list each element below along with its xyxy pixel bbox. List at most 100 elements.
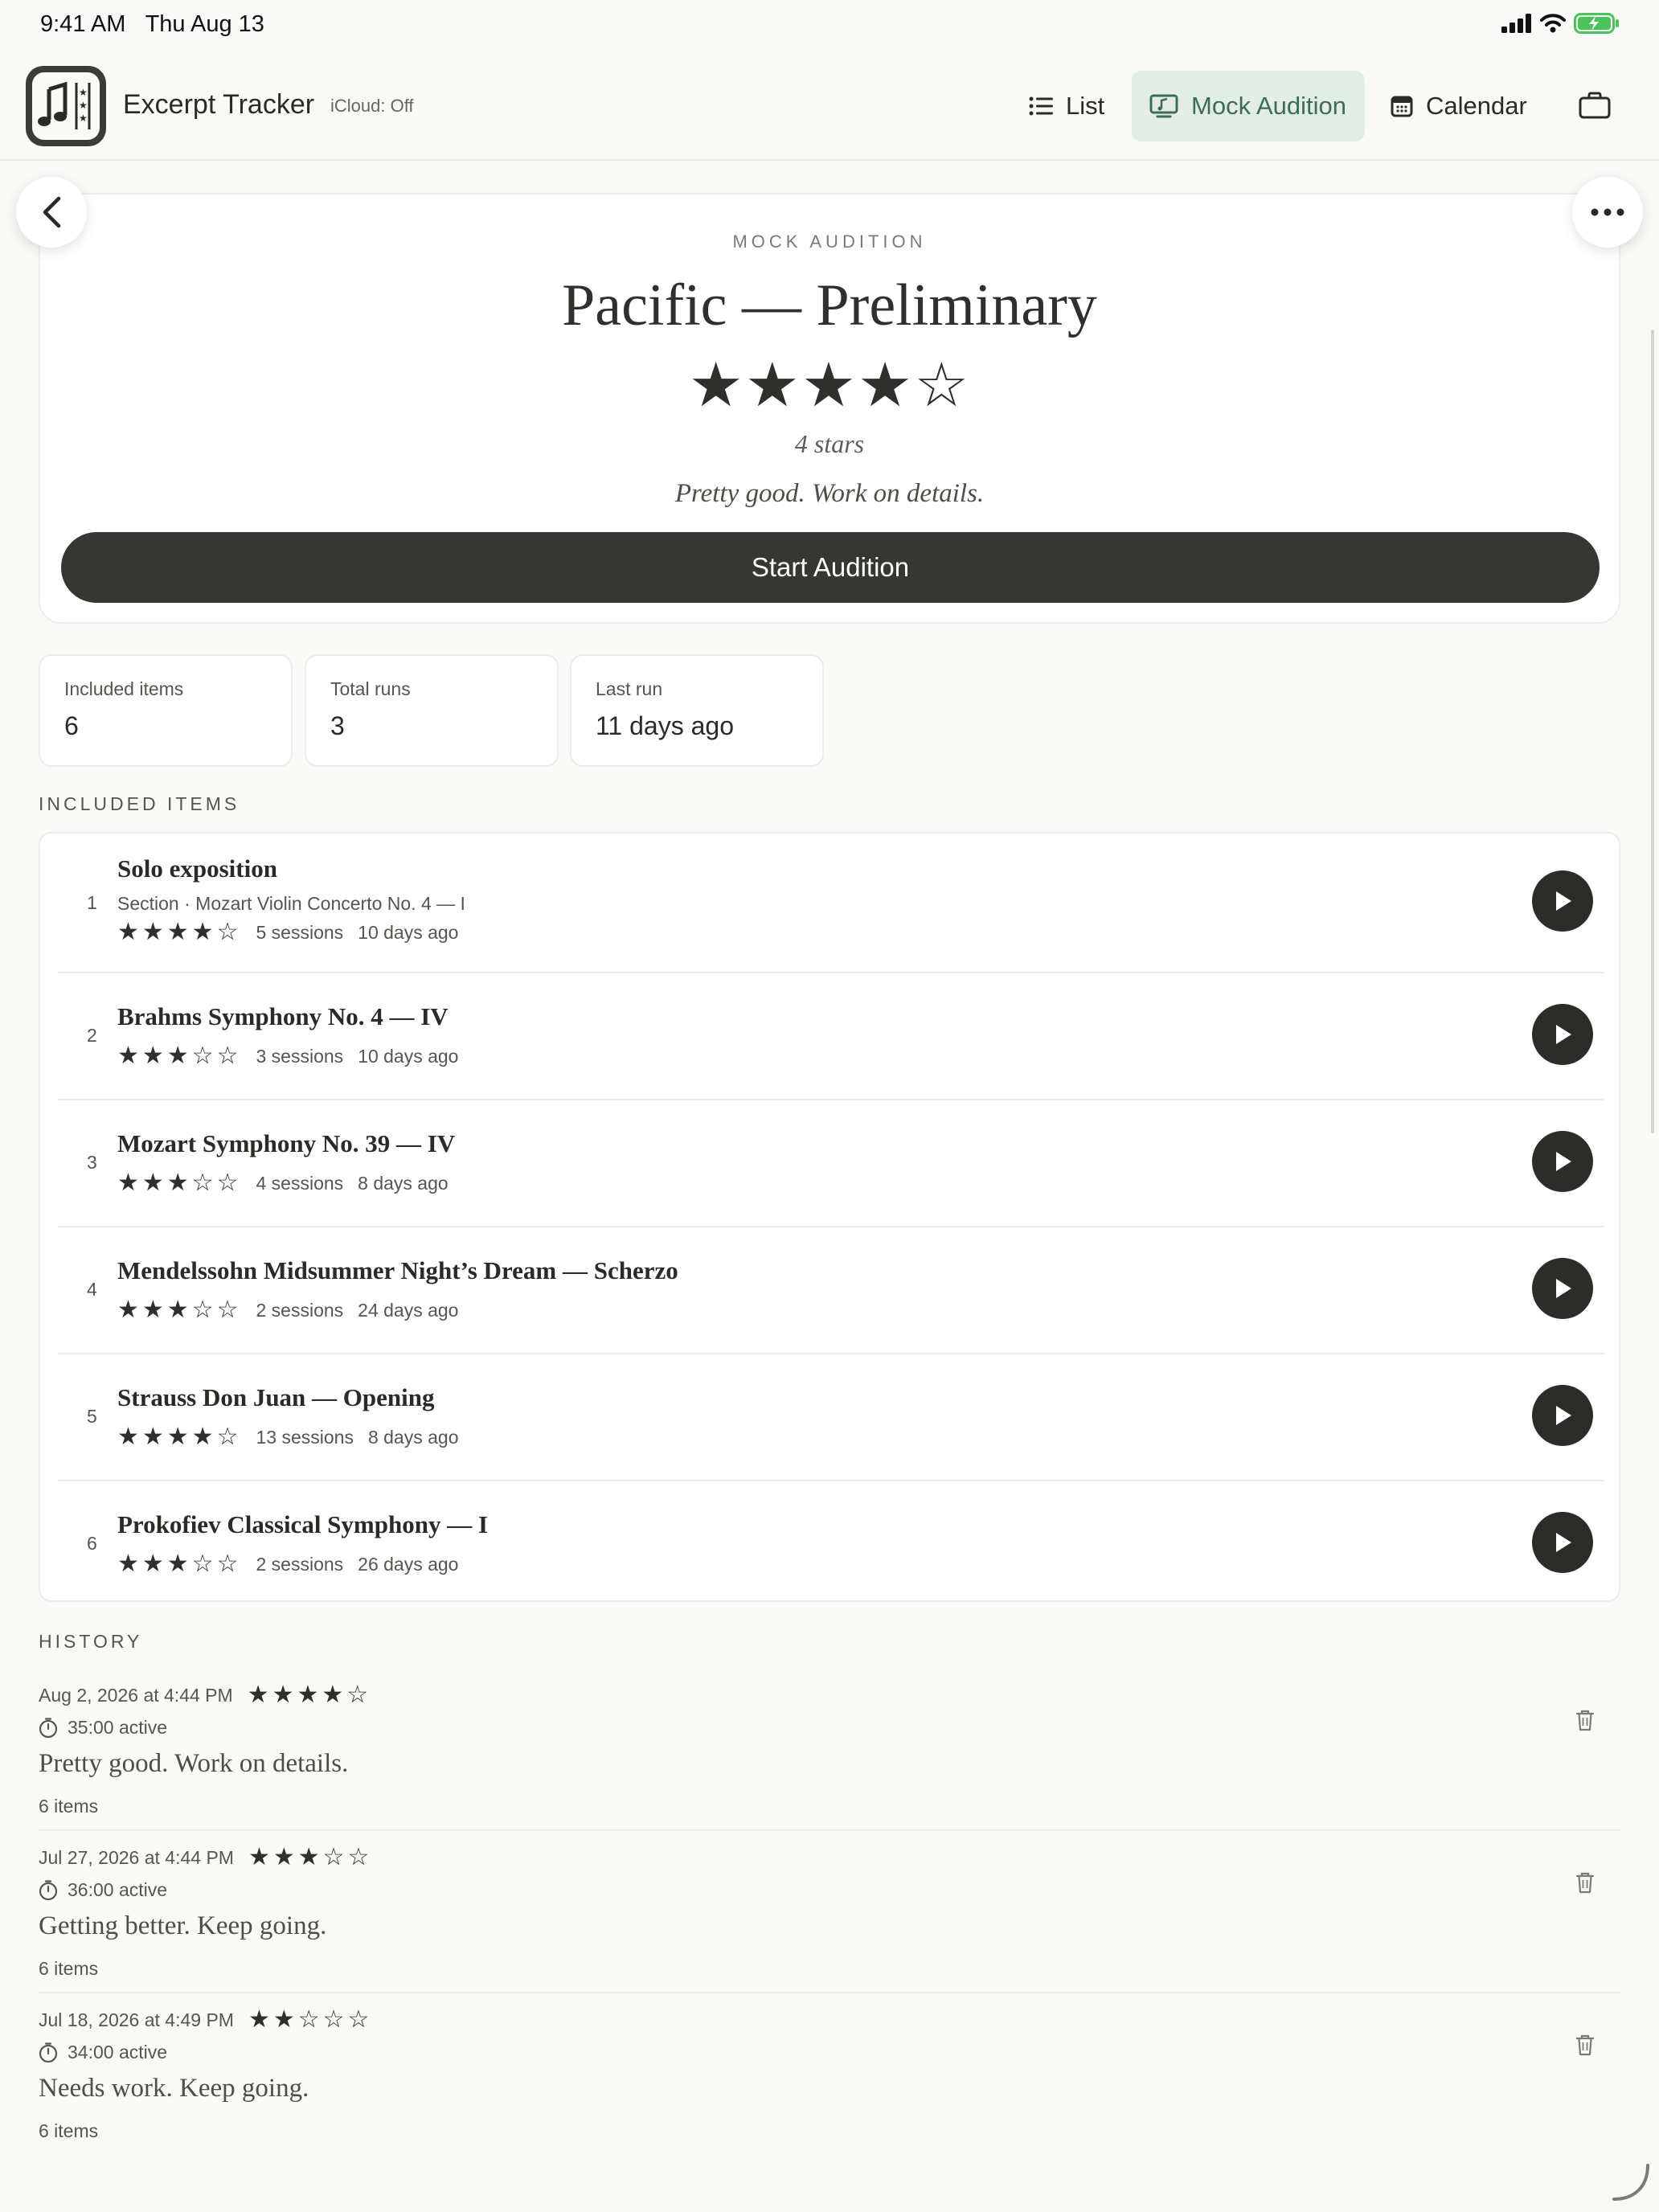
stat-value: 3: [330, 711, 345, 740]
history-duration: 36:00 active: [39, 1879, 167, 1901]
audition-note: Pretty good. Work on details.: [674, 479, 985, 508]
item-meta: ★★★☆☆ 2 sessions 26 days ago: [117, 1552, 458, 1576]
stat-label: Included items: [64, 678, 184, 699]
item-title: Prokofiev Classical Symphony — I: [117, 1510, 489, 1538]
history-duration: 34:00 active: [39, 2042, 167, 2063]
start-audition-button[interactable]: Start Audition: [61, 532, 1600, 603]
item-meta: ★★★★☆ 13 sessions 8 days ago: [117, 1425, 458, 1449]
item-number: 6: [87, 1533, 97, 1554]
timer-icon: [39, 1879, 58, 1900]
stat-last-run: Last run 11 days ago: [570, 654, 824, 767]
scrollbar[interactable]: [1651, 330, 1654, 1133]
item-title: Mendelssohn Midsummer Night’s Dream — Sc…: [117, 1256, 678, 1284]
item-number: 3: [87, 1152, 97, 1173]
play-button[interactable]: [1532, 1258, 1593, 1319]
history-star-rating: ★★☆☆☆: [248, 2006, 373, 2033]
briefcase-icon: [1579, 92, 1611, 119]
play-button[interactable]: [1532, 1385, 1593, 1446]
list-item[interactable]: 5 Strauss Don Juan — Opening ★★★★☆ 13 se…: [40, 1354, 1619, 1480]
audition-header-card: MOCK AUDITION Pacific — Preliminary ★★★★…: [39, 193, 1620, 624]
list-item[interactable]: 6 Prokofiev Classical Symphony — I ★★★☆☆…: [40, 1481, 1619, 1602]
item-meta: ★★★☆☆ 3 sessions 10 days ago: [117, 1044, 458, 1068]
history-date: Aug 2, 2026 at 4:44 PM: [39, 1684, 233, 1706]
history-active-time: 36:00 active: [68, 1879, 168, 1900]
history-item-count: 6 items: [39, 1958, 99, 1979]
list-item[interactable]: 1 Solo exposition Section · Mozart Violi…: [40, 834, 1619, 972]
history-star-rating: ★★★★☆: [247, 1682, 372, 1708]
stat-included-items: Included items 6: [39, 654, 293, 767]
item-number: 5: [87, 1406, 97, 1427]
music-note-icon: ★ ★ ★: [38, 81, 91, 129]
delete-button[interactable]: [1575, 1709, 1595, 1735]
monitor-music-icon: [1149, 94, 1178, 118]
history-note: Getting better. Keep going.: [39, 1911, 327, 1940]
play-icon: [1556, 1406, 1571, 1425]
more-button[interactable]: [1572, 177, 1643, 248]
list-item[interactable]: 4 Mendelssohn Midsummer Night’s Dream — …: [40, 1227, 1619, 1353]
history-entry[interactable]: Jul 27, 2026 at 4:44 PM ★★★☆☆ 36:00 acti…: [39, 1845, 1620, 1982]
stat-label: Total runs: [330, 678, 411, 699]
play-icon: [1556, 1533, 1571, 1552]
app-title: Excerpt Tracker: [123, 89, 315, 120]
item-last-practiced: 26 days ago: [358, 1553, 459, 1575]
item-sessions: 4 sessions: [256, 1172, 344, 1194]
tab-mock-audition[interactable]: Mock Audition: [1132, 71, 1365, 141]
briefcase-button[interactable]: [1579, 92, 1611, 123]
tab-list-label: List: [1066, 92, 1105, 120]
history-date: Jul 18, 2026 at 4:49 PM: [39, 2009, 234, 2030]
stat-value: 11 days ago: [596, 711, 734, 740]
list-item[interactable]: 3 Mozart Symphony No. 39 — IV ★★★☆☆ 4 se…: [40, 1100, 1619, 1226]
svg-text:★: ★: [79, 87, 88, 98]
history-item-count: 6 items: [39, 2120, 99, 2141]
item-star-rating: ★★★☆☆: [117, 1550, 242, 1577]
play-icon: [1556, 1025, 1571, 1044]
tab-calendar[interactable]: Calendar: [1379, 71, 1540, 141]
stat-value: 6: [64, 711, 79, 740]
item-sessions: 3 sessions: [256, 1045, 344, 1067]
item-sessions: 2 sessions: [256, 1553, 344, 1575]
status-time: 9:41 AM Thu Aug 13: [40, 11, 264, 38]
item-number: 4: [87, 1279, 97, 1300]
status-indicators: [1501, 13, 1620, 34]
play-button[interactable]: [1532, 870, 1593, 932]
status-bar: 9:41 AM Thu Aug 13: [0, 0, 1659, 53]
play-button[interactable]: [1532, 1131, 1593, 1192]
history-item-count: 6 items: [39, 1796, 99, 1817]
trash-icon: [1575, 1710, 1595, 1731]
history-note: Needs work. Keep going.: [39, 2074, 309, 2103]
history-active-time: 35:00 active: [68, 1717, 168, 1738]
trash-icon: [1575, 1872, 1595, 1894]
svg-text:★: ★: [79, 113, 88, 124]
timer-icon: [39, 2042, 58, 2062]
history-entry[interactable]: Jul 18, 2026 at 4:49 PM ★★☆☆☆ 34:00 acti…: [39, 2008, 1620, 2144]
list-icon: [1029, 96, 1053, 116]
history-header: HISTORY: [39, 1631, 143, 1652]
included-items-list: 1 Solo exposition Section · Mozart Violi…: [39, 832, 1620, 1602]
play-button[interactable]: [1532, 1004, 1593, 1065]
eyebrow-label: MOCK AUDITION: [732, 231, 927, 252]
history-active-time: 34:00 active: [68, 2042, 168, 2062]
delete-button[interactable]: [1575, 2034, 1595, 2060]
play-button[interactable]: [1532, 1512, 1593, 1573]
tab-list[interactable]: List: [1018, 71, 1122, 141]
history-date: Jul 27, 2026 at 4:44 PM: [39, 1846, 234, 1868]
history-note: Pretty good. Work on details.: [39, 1749, 349, 1778]
timer-icon: [39, 1717, 58, 1738]
delete-button[interactable]: [1575, 1871, 1595, 1898]
icloud-status: iCloud: Off: [330, 96, 414, 116]
item-star-rating: ★★★☆☆: [117, 1296, 242, 1323]
item-last-practiced: 10 days ago: [358, 1045, 459, 1067]
item-title: Solo exposition: [117, 854, 277, 883]
item-sessions: 2 sessions: [256, 1299, 344, 1321]
play-icon: [1556, 1279, 1571, 1298]
item-last-practiced: 10 days ago: [358, 921, 459, 943]
item-title: Mozart Symphony No. 39 — IV: [117, 1129, 456, 1157]
calendar-icon: [1391, 96, 1413, 117]
audition-star-rating[interactable]: ★★★★☆: [40, 347, 1619, 424]
history-header-row: Jul 27, 2026 at 4:44 PM ★★★☆☆: [39, 1845, 372, 1870]
back-button[interactable]: [16, 177, 87, 248]
item-last-practiced: 8 days ago: [358, 1172, 449, 1194]
included-items-header: INCLUDED ITEMS: [39, 793, 240, 814]
list-item[interactable]: 2 Brahms Symphony No. 4 — IV ★★★☆☆ 3 ses…: [40, 973, 1619, 1099]
history-entry[interactable]: Aug 2, 2026 at 4:44 PM ★★★★☆ 35:00 activ…: [39, 1683, 1620, 1820]
